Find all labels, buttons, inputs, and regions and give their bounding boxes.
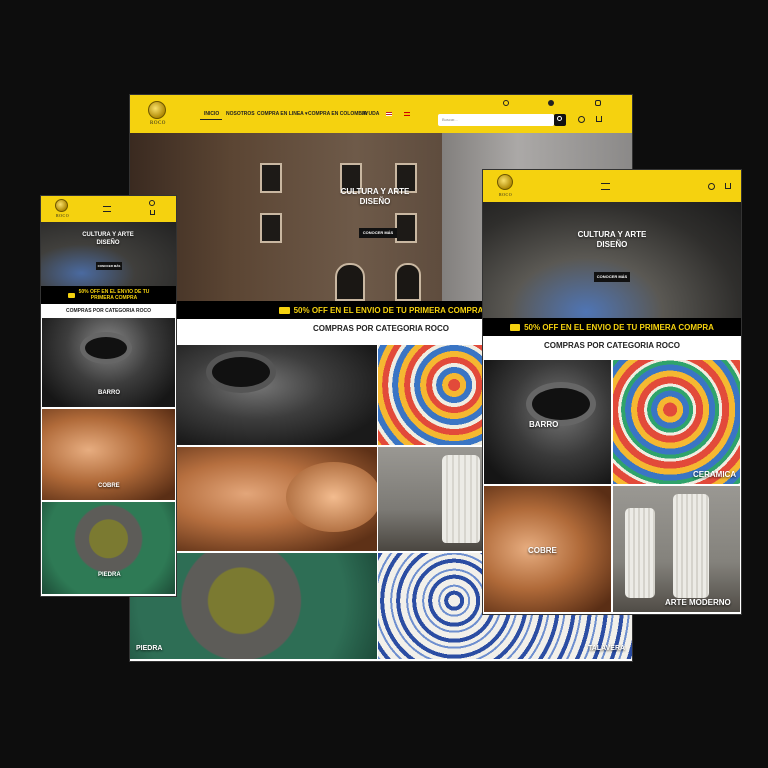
tile-label-cobre: COBRE [98, 483, 120, 489]
building-door [395, 263, 421, 301]
user-icon[interactable] [708, 183, 715, 190]
white-vase-shape [673, 494, 709, 598]
logo-text: ROCO [150, 121, 166, 126]
hero-title-line2: DISEÑO [596, 240, 628, 250]
tablet-tile-arte-moderno[interactable]: ARTE MODERNO [613, 486, 740, 612]
instagram-icon[interactable] [595, 100, 601, 106]
promo-text: 50% OFF EN EL ENVIO DE TU PRIMERA COMPRA [293, 305, 484, 315]
tile-label-barro: BARRO [529, 420, 559, 429]
hero-cta-button[interactable]: CONOCER MÁS [594, 272, 630, 282]
logo-text: ROCO [56, 213, 70, 218]
building-window [260, 163, 282, 193]
copper-bowl-shape [286, 462, 377, 532]
search-button[interactable] [554, 114, 566, 126]
user-icon[interactable] [149, 200, 155, 206]
desktop-tile-barro[interactable] [176, 345, 377, 445]
desktop-tile-cobre[interactable] [176, 447, 377, 551]
promo-text-line2: PRIMERA COMPRA [90, 295, 138, 301]
mobile-hero: CULTURA Y ARTE DISEÑO CONOCER MÁS [41, 222, 176, 286]
hamburger-menu-icon[interactable] [103, 206, 111, 212]
hero-title-line1: CULTURA Y ARTE [82, 232, 134, 238]
cart-icon[interactable] [725, 183, 731, 189]
hamburger-menu-icon[interactable] [601, 183, 610, 190]
es-flag-icon[interactable] [404, 112, 410, 116]
truck-icon [67, 292, 75, 298]
promo-text: 50% OFF EN EL ENVIO DE TU PRIMERA COMPRA [524, 322, 714, 332]
hero-title-line1: CULTURA Y ARTE [577, 230, 647, 239]
tablet-header: ROCO [483, 170, 741, 202]
tile-label-talavera: TALAVERA [588, 645, 626, 652]
hero-title-line2: DISEÑO [96, 239, 120, 246]
tile-label-piedra: PIEDRA [136, 645, 163, 652]
truck-icon [278, 306, 290, 314]
hero-cta-button[interactable]: CONOCER MÁS [359, 228, 397, 238]
mobile-mockup: ROCO CULTURA Y ARTE DISEÑO CONOCER MÁS 5… [41, 196, 176, 596]
logo-text: ROCO [499, 192, 513, 197]
building-window [395, 213, 417, 243]
tablet-categories-title: COMPRAS POR CATEGORIA ROCO [483, 338, 741, 354]
tile-label-barro: BARRO [98, 390, 120, 396]
nav-about[interactable]: NOSOTROS [226, 111, 255, 117]
hero-cta-button[interactable]: CONOCER MÁS [96, 262, 122, 270]
mobile-header: ROCO [41, 196, 176, 222]
us-flag-icon[interactable] [386, 112, 392, 116]
tablet-mockup: ROCO CULTURA Y ARTE DISEÑO CONOCER MÁS 5… [483, 170, 741, 614]
search-icon [557, 116, 562, 121]
tile-label-ceramica: CERAMICA [693, 470, 737, 479]
hero-title: CULTURA Y ARTE DISEÑO [325, 187, 425, 208]
white-vase-shape [442, 455, 480, 543]
nav-shop-colombia[interactable]: COMPRA EN COLOMBIA [308, 111, 367, 117]
mobile-tile-cobre[interactable]: COBRE [42, 409, 175, 500]
nav-help[interactable]: AYUDA [362, 111, 379, 117]
facebook-icon[interactable] [548, 100, 554, 106]
hero-title: CULTURA Y ARTE DISEÑO [68, 232, 148, 248]
tablet-tile-ceramica[interactable]: CERAMICA [613, 360, 740, 484]
roco-logo-icon[interactable] [497, 174, 513, 190]
hero-title: CULTURA Y ARTE DISEÑO [562, 230, 662, 251]
tile-label-cobre: COBRE [528, 546, 557, 555]
search-input[interactable]: Buscar... [438, 114, 554, 126]
search-placeholder: Buscar... [442, 117, 458, 122]
cart-icon[interactable] [150, 210, 155, 215]
nav-shop-online[interactable]: COMPRA EN LINEA ▾ [257, 111, 307, 117]
white-vase-shape [625, 508, 655, 598]
user-icon[interactable] [578, 116, 585, 123]
tablet-promo-bar: 50% OFF EN EL ENVIO DE TU PRIMERA COMPRA [483, 318, 741, 336]
mobile-tile-piedra[interactable]: PIEDRA [42, 502, 175, 594]
mobile-promo-bar: 50% OFF EN EL ENVIO DE TU PRIMERA COMPRA [41, 286, 176, 304]
hero-title-line2: DISEÑO [359, 197, 391, 207]
building-window [260, 213, 282, 243]
cart-icon[interactable] [596, 116, 602, 122]
whatsapp-icon[interactable] [503, 100, 509, 106]
tablet-tile-barro[interactable]: BARRO [484, 360, 611, 484]
roco-logo-icon[interactable] [148, 101, 166, 119]
tablet-tile-cobre[interactable]: COBRE [484, 486, 611, 612]
nav-active-underline [200, 119, 222, 120]
hero-title-line1: CULTURA Y ARTE [340, 187, 410, 196]
mobile-tile-barro[interactable]: BARRO [42, 318, 175, 407]
clay-pot-shape [206, 351, 276, 393]
tile-label-arte-moderno: ARTE MODERNO [665, 598, 731, 607]
building-door [335, 263, 365, 301]
tablet-hero: CULTURA Y ARTE DISEÑO CONOCER MÁS [483, 202, 741, 318]
promo-text: 50% OFF EN EL ENVIO DE TU PRIMERA COMPRA [79, 289, 150, 301]
nav-shop-online-label: COMPRA EN LINEA [257, 111, 304, 117]
clay-pot-shape [80, 332, 132, 364]
roco-logo-icon[interactable] [55, 199, 68, 212]
desktop-header: ROCO INICIO NOSOTROS COMPRA EN LINEA ▾ C… [130, 95, 632, 133]
tile-label-piedra: PIEDRA [98, 572, 121, 578]
mobile-categories-title: COMPRAS POR CATEGORIA ROCO [41, 304, 176, 318]
truck-icon [510, 323, 521, 331]
nav-home[interactable]: INICIO [204, 111, 219, 117]
